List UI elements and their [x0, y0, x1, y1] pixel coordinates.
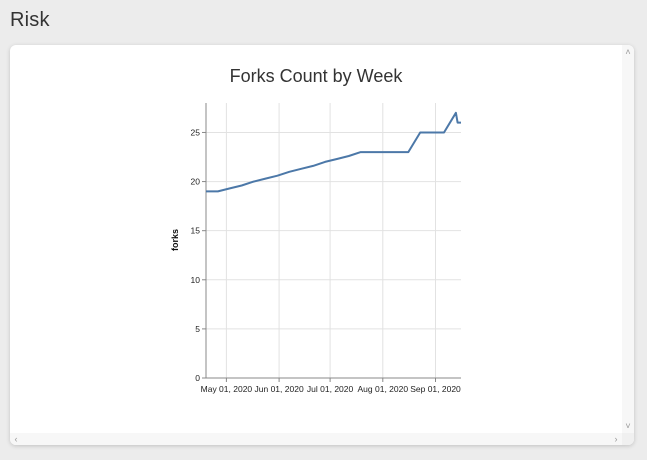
y-axis-title: forks [170, 229, 180, 251]
tick-labels: 0 5 10 15 20 25 May 01, 2020 Jun 01, 2020 Jul 01… [191, 127, 462, 394]
scroll-left-icon[interactable]: ‹ [10, 434, 22, 444]
y-tick-label: 5 [195, 324, 200, 334]
chart-card: Forks Count by Week 0 5 10 15 20 25 May 01, 20… [10, 45, 634, 445]
vertical-scrollbar[interactable]: ˄ ˅ [622, 45, 634, 433]
x-tick-label: Aug 01, 2020 [358, 384, 409, 394]
y-tick-label: 25 [191, 127, 201, 137]
x-tick-label: Jul 01, 2020 [307, 384, 354, 394]
series-layer [206, 111, 461, 193]
scroll-corner [622, 433, 634, 445]
y-tick-label: 0 [195, 373, 200, 383]
y-tick-label: 10 [191, 275, 201, 285]
axes [202, 103, 461, 382]
page: Risk Forks Count by Week 0 5 10 15 20 25 May 0… [0, 0, 647, 460]
scroll-up-icon[interactable]: ˄ [622, 47, 634, 57]
x-tick-label: May 01, 2020 [201, 384, 253, 394]
y-tick-label: 15 [191, 226, 201, 236]
scroll-right-icon[interactable]: › [610, 434, 622, 444]
x-tick-label: Jun 01, 2020 [255, 384, 304, 394]
forks-series-line [206, 111, 461, 193]
forks-line-chart: 0 5 10 15 20 25 May 01, 2020 Jun 01, 2020 Jul 01… [170, 103, 462, 394]
scroll-down-icon[interactable]: ˅ [622, 421, 634, 431]
x-tick-label: Sep 01, 2020 [410, 384, 461, 394]
y-tick-label: 20 [191, 177, 201, 187]
horizontal-scrollbar[interactable]: ‹ › [10, 433, 622, 445]
section-title: Risk [10, 9, 50, 31]
grid [206, 103, 461, 379]
